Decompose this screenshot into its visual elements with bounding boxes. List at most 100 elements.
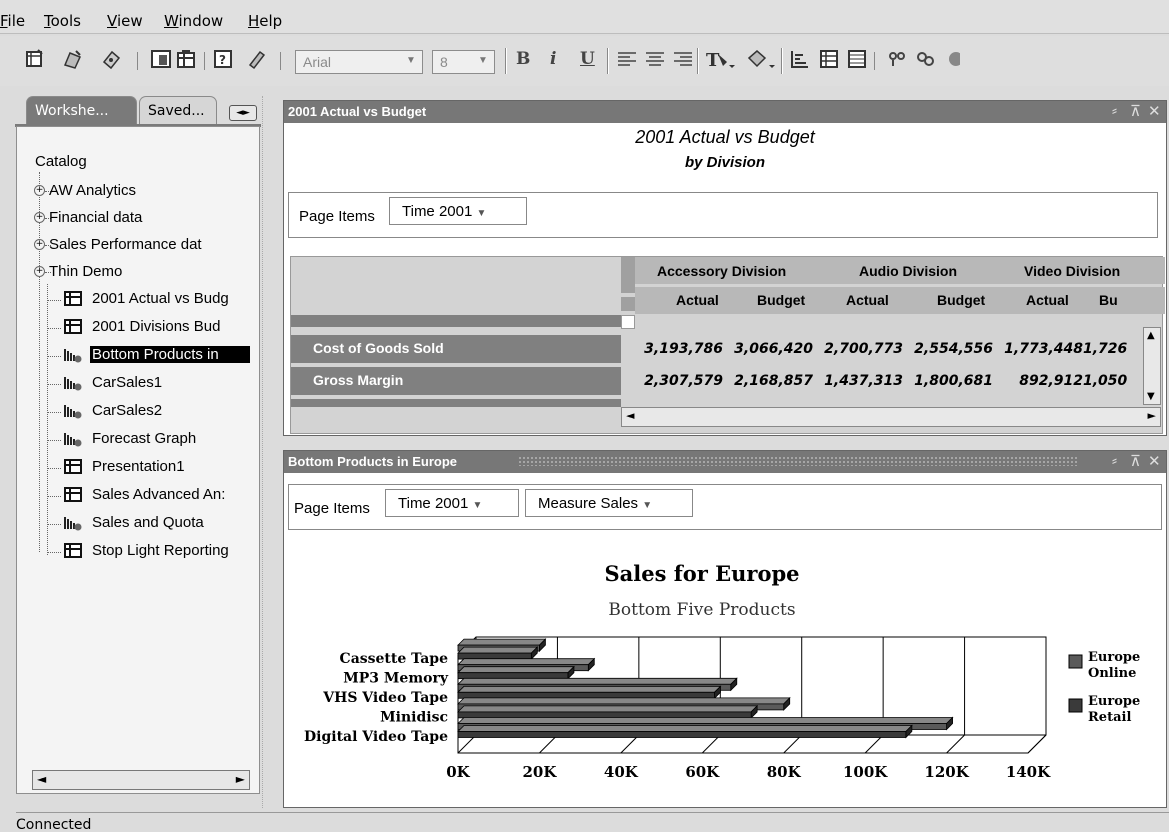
fill-color-icon[interactable] — [745, 48, 775, 70]
tree-item-presentation1[interactable]: Presentation1 — [92, 458, 185, 475]
query-icon[interactable]: ? — [212, 48, 234, 70]
align-center-icon[interactable] — [644, 48, 666, 70]
tree-item-2001-divisions-budget[interactable]: 2001 Divisions Bud — [92, 318, 258, 335]
maximize-icon[interactable]: ⊼ — [1130, 452, 1141, 470]
tab-worksheets[interactable]: Workshe... — [26, 96, 137, 126]
tree-guide — [47, 412, 61, 413]
worksheet-icon — [64, 459, 82, 474]
hexagon-icon[interactable] — [944, 48, 960, 70]
scroll-left-icon[interactable]: ◄ — [626, 409, 634, 422]
tree-guide — [47, 552, 61, 553]
col-header-video-division: Video Division — [1024, 263, 1121, 279]
font-name-select[interactable]: Arial ▼ — [295, 50, 423, 74]
open-icon[interactable] — [62, 48, 84, 70]
font-size-select[interactable]: 8 ▼ — [432, 50, 495, 74]
drag-grip[interactable] — [518, 456, 1078, 466]
tree-item-sales-and-quota[interactable]: Sales and Quota — [92, 514, 204, 531]
tree-folder-financial-data[interactable]: Financial data — [49, 209, 142, 226]
worksheet-icon — [64, 487, 82, 502]
page-items-label: Page Items — [299, 208, 375, 225]
crosstab-icon[interactable] — [176, 48, 198, 70]
new-worksheet-icon[interactable] — [24, 48, 46, 70]
page-items-bar: Page Items Time 2001 ▼ Measure Sales ▼ — [288, 484, 1162, 530]
toolbar-separator — [280, 52, 281, 70]
bar — [457, 731, 907, 738]
scroll-right-icon[interactable]: ► — [1148, 409, 1156, 422]
tree-item-bottom-products[interactable]: Bottom Products in — [90, 346, 250, 363]
tree-folder-thin-demo[interactable]: Thin Demo — [49, 263, 122, 280]
close-icon[interactable]: ✕ — [1148, 452, 1161, 470]
drill-icon[interactable] — [886, 48, 908, 70]
minimize-icon[interactable]: ⸗ — [1112, 452, 1117, 469]
page-item-measure-dropdown[interactable]: Measure Sales ▼ — [525, 489, 693, 517]
text-format-icon[interactable]: T — [705, 48, 735, 70]
menu-file[interactable]: File — [0, 12, 25, 30]
tab-saved[interactable]: Saved... — [139, 96, 217, 126]
underline-button[interactable]: U — [580, 49, 595, 69]
tree-folder-sales-performance[interactable]: Sales Performance dat — [49, 236, 202, 253]
crosstab-vertical-scrollbar[interactable]: ▲ ▼ — [1143, 327, 1161, 405]
scroll-left-icon[interactable]: ◄ — [37, 772, 46, 786]
x-tick-label: 0K — [446, 763, 470, 781]
tree-guide — [39, 172, 40, 552]
page-item-time-dropdown[interactable]: Time 2001 ▼ — [385, 489, 519, 517]
scroll-down-icon[interactable]: ▼ — [1147, 391, 1155, 402]
tree-item-stop-light-reporting[interactable]: Stop Light Reporting — [92, 542, 258, 559]
expand-icon[interactable]: + — [34, 212, 45, 223]
pivot-icon[interactable] — [914, 48, 936, 70]
splitter-handle[interactable] — [262, 96, 274, 808]
graph-icon — [64, 377, 82, 391]
bar-top — [457, 658, 596, 666]
bold-button[interactable]: B — [516, 49, 530, 69]
left-horizontal-scrollbar[interactable]: ◄ ► — [32, 770, 250, 790]
collapse-icon[interactable]: + — [34, 266, 45, 277]
minimize-icon[interactable]: ⸗ — [1112, 102, 1117, 119]
layout-icon[interactable] — [818, 48, 840, 70]
y-category-label: MP3 Memory — [343, 670, 449, 686]
status-text: Connected — [16, 817, 92, 832]
menu-bar: File Tools View Window Help — [0, 0, 1169, 34]
toolbar-separator — [204, 52, 205, 70]
menu-view[interactable]: View — [107, 12, 143, 30]
status-bar: Connected — [16, 812, 1169, 832]
toolbar-separator — [697, 48, 699, 74]
edit-icon[interactable] — [246, 48, 268, 70]
maximize-icon[interactable]: ⊼ — [1130, 102, 1141, 120]
graph-icon — [64, 405, 82, 419]
tree-folder-aw-analytics[interactable]: AW Analytics — [49, 182, 136, 199]
table-cell: 1,800,681 — [914, 373, 993, 389]
expand-icon[interactable]: + — [34, 185, 45, 196]
sort-icon[interactable] — [789, 48, 811, 70]
page-item-time-dropdown[interactable]: Time 2001 ▼ — [389, 197, 527, 225]
tree-item-carsales1[interactable]: CarSales1 — [92, 374, 162, 391]
chevron-down-icon: ▼ — [476, 208, 487, 219]
tree-item-2001-actual-vs-budget[interactable]: 2001 Actual vs Budg — [92, 290, 258, 307]
crosstab-horizontal-scrollbar[interactable]: ◄ ► — [621, 407, 1161, 427]
scroll-up-icon[interactable]: ▲ — [1147, 330, 1155, 341]
align-right-icon[interactable] — [672, 48, 694, 70]
save-icon[interactable] — [100, 48, 122, 70]
y-category-label: Minidisc — [380, 710, 448, 726]
scroll-right-icon[interactable]: ► — [236, 772, 245, 786]
svg-text:T: T — [706, 50, 720, 70]
tree-item-forecast-graph[interactable]: Forecast Graph — [92, 430, 196, 447]
toolbar-separator — [505, 48, 507, 74]
bar-top — [457, 725, 913, 732]
bar — [457, 691, 715, 699]
tab-scroll-icon[interactable]: ◄► — [229, 105, 257, 121]
tree-item-carsales2[interactable]: CarSales2 — [92, 402, 162, 419]
align-left-icon[interactable] — [616, 48, 638, 70]
table-icon[interactable] — [150, 48, 172, 70]
tree-guide — [47, 468, 61, 469]
italic-button[interactable]: i — [550, 49, 556, 69]
worksheet-icon — [64, 291, 82, 306]
menu-help[interactable]: Help — [248, 12, 282, 30]
table-cell: 3,066,420 — [734, 341, 813, 357]
menu-window[interactable]: Window — [164, 12, 223, 30]
tree-item-sales-advanced[interactable]: Sales Advanced An: — [92, 486, 258, 503]
expand-icon[interactable]: + — [34, 239, 45, 250]
menu-tools[interactable]: Tools — [44, 12, 81, 30]
tree-root-catalog: Catalog — [35, 153, 87, 170]
close-icon[interactable]: ✕ — [1148, 102, 1161, 120]
gridlines-icon[interactable] — [846, 48, 868, 70]
